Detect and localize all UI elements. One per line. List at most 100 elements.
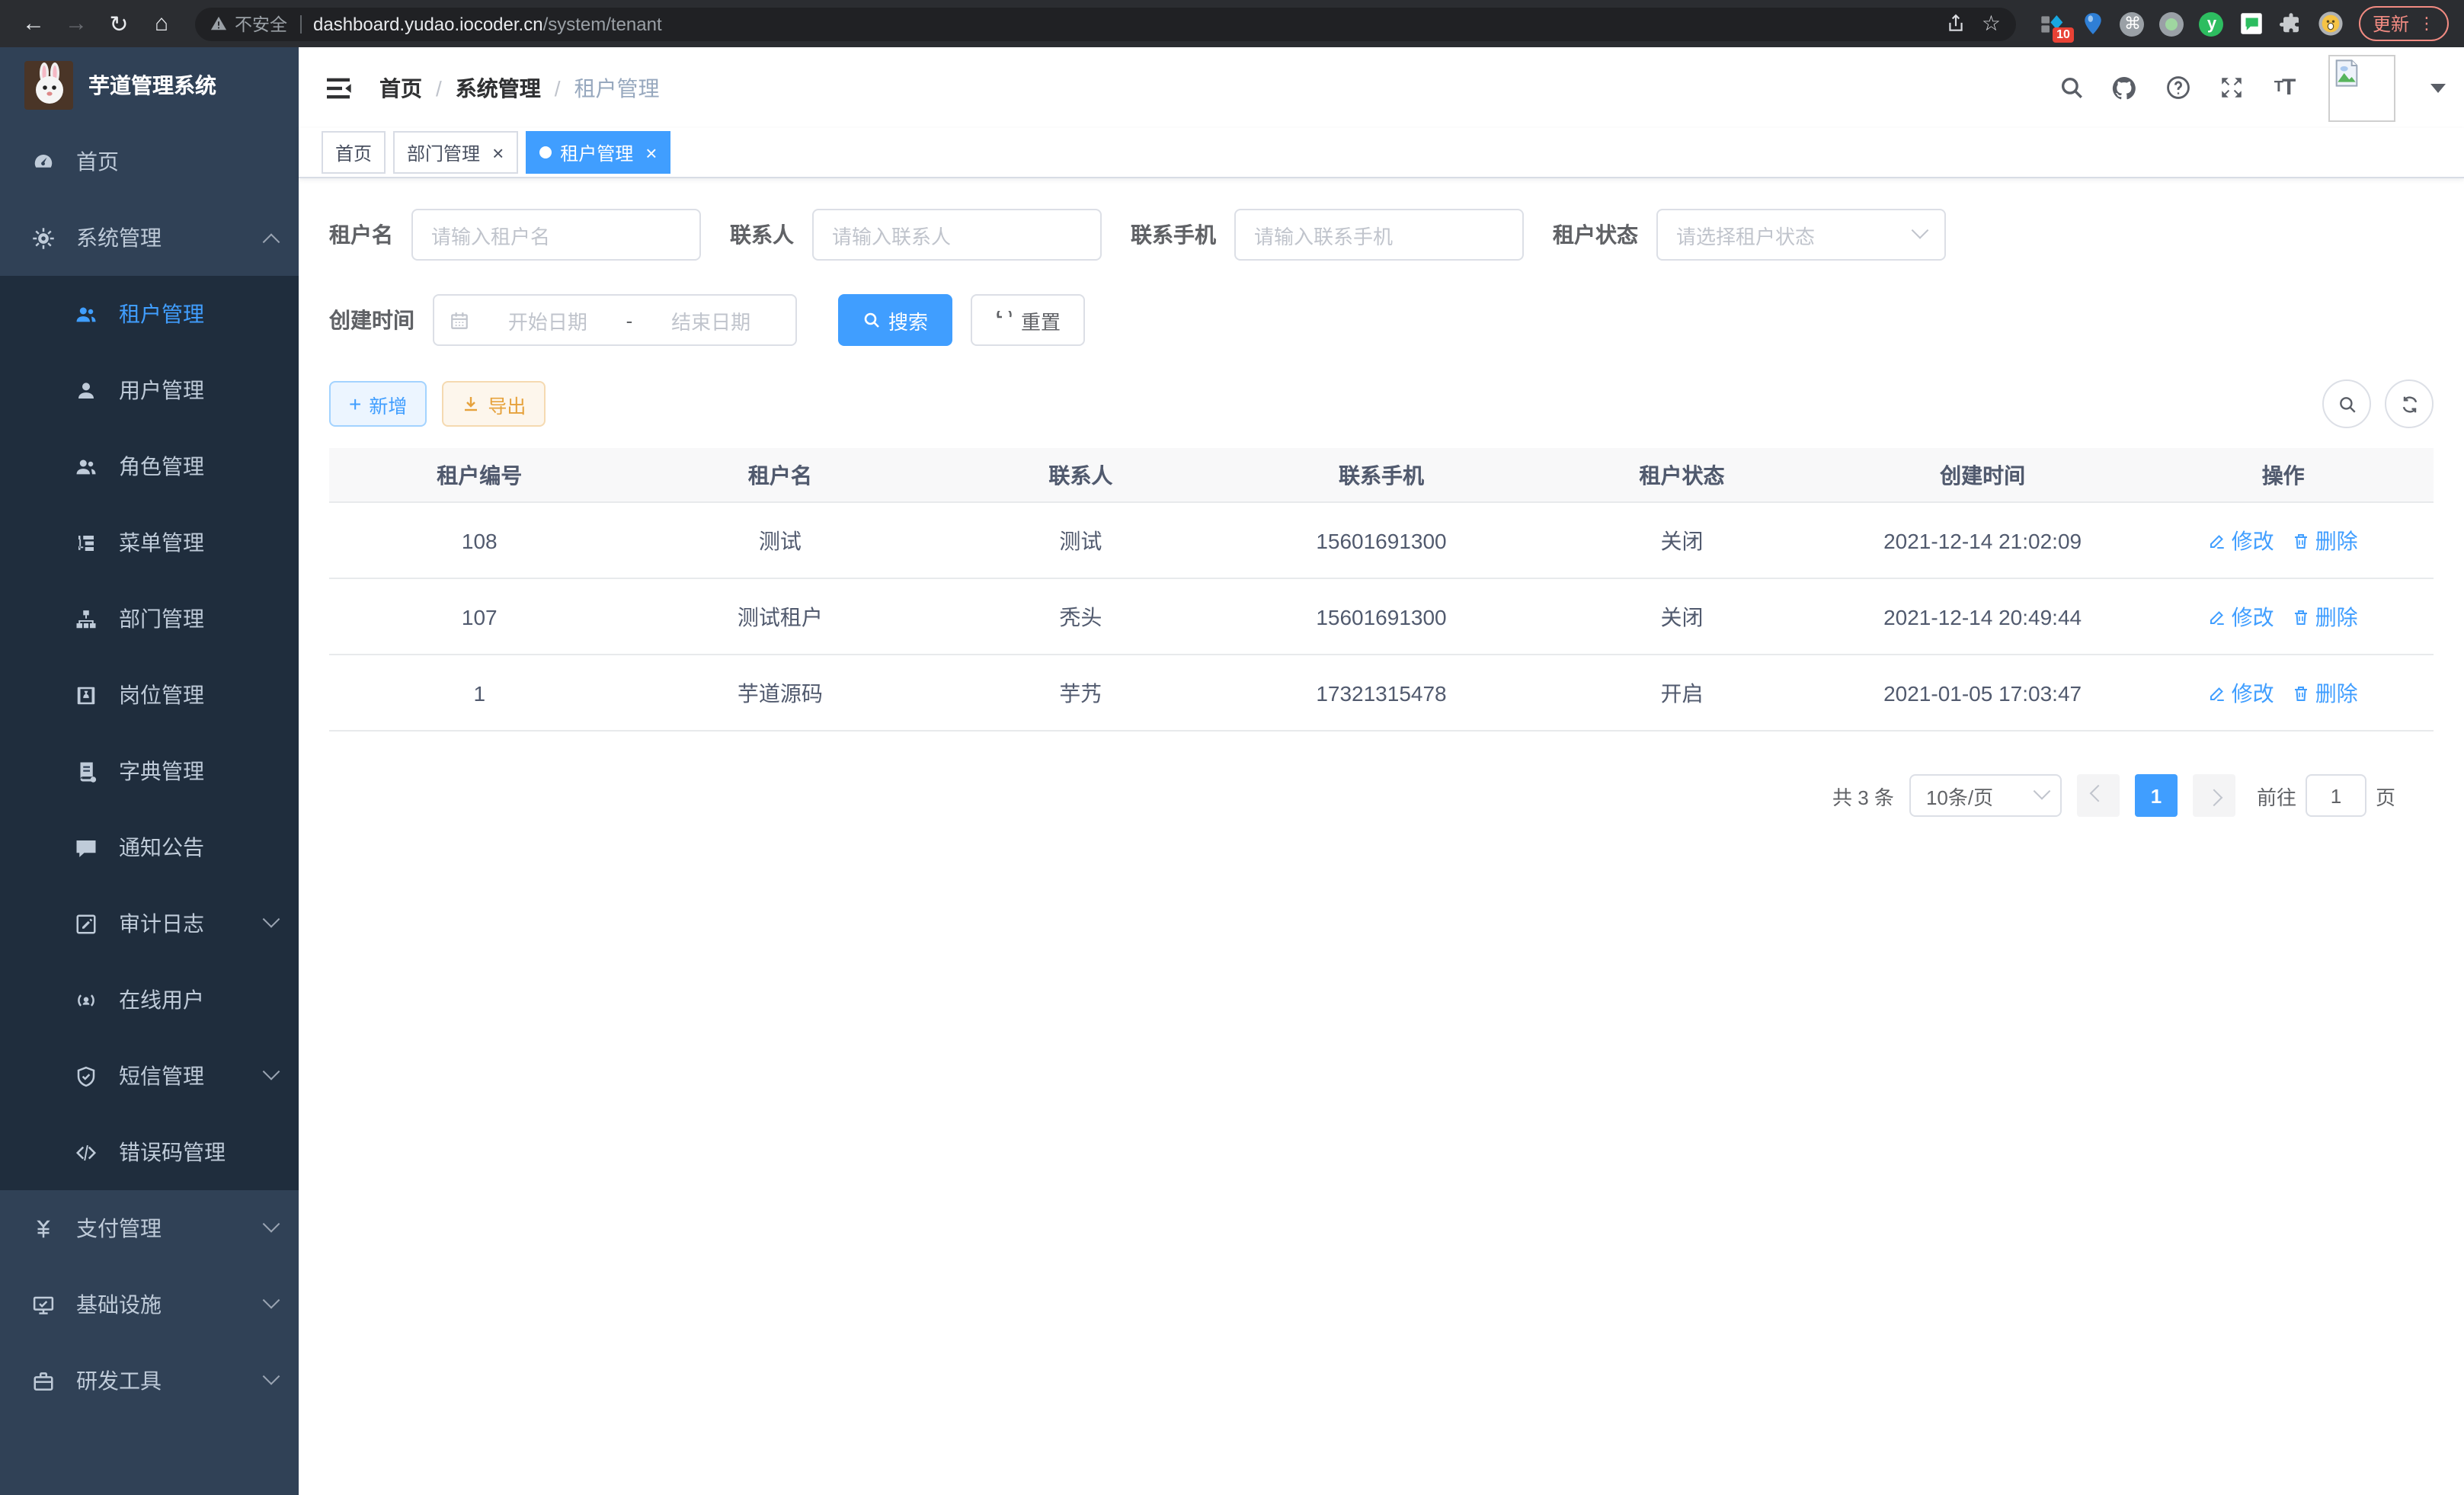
- table-row[interactable]: 108测试测试15601691300关闭2021-12-14 21:02:09修…: [329, 502, 2434, 578]
- delete-link[interactable]: 删除: [2293, 525, 2358, 555]
- fullscreen-icon[interactable]: [2216, 72, 2246, 103]
- sidebar-item[interactable]: 首页: [0, 123, 299, 200]
- tenants-icon: [73, 302, 98, 326]
- cell-created: 2021-12-14 20:49:44: [1832, 578, 2133, 655]
- extension-icon[interactable]: [2159, 11, 2185, 37]
- dashboard-icon: [30, 149, 55, 174]
- end-date-placeholder[interactable]: 结束日期: [642, 306, 780, 335]
- page-size-select[interactable]: 10条/页: [1909, 774, 2062, 817]
- address-bar[interactable]: 不安全 dashboard.yudao.iocoder.cn/system/te…: [195, 7, 2016, 40]
- top-navbar: 首页 / 系统管理 / 租户管理: [299, 47, 2464, 128]
- extension-icon[interactable]: [2080, 11, 2106, 37]
- table-body: 108测试测试15601691300关闭2021-12-14 21:02:09修…: [329, 502, 2434, 731]
- sidebar-item[interactable]: 基础设施: [0, 1266, 299, 1343]
- bookmark-star-icon[interactable]: ☆: [1982, 11, 2001, 37]
- show-search-button[interactable]: [2322, 379, 2371, 428]
- extension-icon[interactable]: 10: [2040, 11, 2066, 37]
- add-button[interactable]: + 新增: [329, 381, 427, 427]
- close-icon[interactable]: ×: [492, 142, 504, 162]
- extension-icon[interactable]: [2238, 11, 2264, 37]
- not-secure-warning-icon: [210, 15, 227, 32]
- github-icon[interactable]: [2109, 72, 2139, 103]
- browser-menu-icon[interactable]: ⋮: [2418, 14, 2435, 34]
- chevron-down-icon: [1912, 222, 1929, 239]
- sidebar-item[interactable]: 通知公告: [0, 809, 299, 885]
- sidebar-item[interactable]: 菜单管理: [0, 504, 299, 581]
- browser-forward-icon[interactable]: →: [58, 5, 94, 42]
- page-number-1[interactable]: 1: [2135, 774, 2178, 817]
- export-button[interactable]: 导出: [442, 381, 546, 427]
- edit-link[interactable]: 修改: [2209, 525, 2274, 555]
- start-date-placeholder[interactable]: 开始日期: [478, 306, 617, 335]
- sidebar-item[interactable]: 用户管理: [0, 352, 299, 428]
- extension-icon[interactable]: y: [2199, 11, 2225, 37]
- app-logo-row[interactable]: 芋道管理系统: [0, 47, 299, 123]
- extensions-strip: 10 ⌘ y: [2040, 11, 2344, 37]
- tag-label: 首页: [335, 139, 372, 165]
- table-row[interactable]: 107测试租户秃头15601691300关闭2021-12-14 20:49:4…: [329, 578, 2434, 655]
- cell-id: 107: [329, 578, 630, 655]
- goto-page-input[interactable]: 1: [2306, 774, 2366, 817]
- breadcrumb-system[interactable]: 系统管理: [456, 72, 541, 103]
- search-button[interactable]: 搜索: [838, 294, 952, 346]
- sidebar-item-label: 审计日志: [119, 908, 265, 939]
- sidebar-item[interactable]: 错误码管理: [0, 1114, 299, 1190]
- prev-page-button[interactable]: [2077, 774, 2120, 817]
- delete-link[interactable]: 删除: [2293, 601, 2358, 632]
- browser-home-icon[interactable]: ⌂: [143, 5, 180, 42]
- search-icon[interactable]: [2056, 72, 2086, 103]
- cell-phone: 15601691300: [1231, 578, 1532, 655]
- extension-icon[interactable]: ⌘: [2120, 11, 2146, 37]
- table-header-row: 租户编号 租户名 联系人 联系手机 租户状态 创建时间 操作: [329, 448, 2434, 502]
- cell-name: 测试: [630, 502, 931, 578]
- chevron-down-icon: [263, 1063, 280, 1080]
- sidebar-item[interactable]: 短信管理: [0, 1038, 299, 1114]
- browser-back-icon[interactable]: ←: [15, 5, 52, 42]
- close-icon[interactable]: ×: [645, 142, 657, 162]
- sidebar-collapse-icon[interactable]: [322, 71, 355, 104]
- tag-item[interactable]: 首页: [322, 131, 386, 174]
- sidebar-item[interactable]: 字典管理: [0, 733, 299, 809]
- org-tree-icon: [73, 607, 98, 631]
- delete-link[interactable]: 删除: [2293, 677, 2358, 708]
- reset-button[interactable]: 重置: [971, 294, 1085, 346]
- sidebar-item[interactable]: 租户管理: [0, 276, 299, 352]
- sidebar-item[interactable]: 岗位管理: [0, 657, 299, 733]
- table-row[interactable]: 1芋道源码芋艿17321315478开启2021-01-05 17:03:47修…: [329, 655, 2434, 731]
- breadcrumb-home[interactable]: 首页: [379, 72, 422, 103]
- sidebar-item[interactable]: 角色管理: [0, 428, 299, 504]
- font-size-icon[interactable]: TT: [2269, 72, 2299, 103]
- tag-item[interactable]: 租户管理×: [525, 131, 670, 174]
- browser-update-button[interactable]: 更新 ⋮: [2359, 6, 2449, 41]
- url-text[interactable]: dashboard.yudao.iocoder.cn/system/tenant: [313, 13, 1947, 34]
- contact-input[interactable]: 请输入联系人: [812, 209, 1102, 261]
- tenant-name-input[interactable]: 请输入租户名: [411, 209, 701, 261]
- browser-reload-icon[interactable]: ↻: [101, 5, 137, 42]
- sidebar-item[interactable]: 在线用户: [0, 962, 299, 1038]
- next-page-button[interactable]: [2193, 774, 2235, 817]
- edit-link[interactable]: 修改: [2209, 677, 2274, 708]
- sidebar-item[interactable]: 研发工具: [0, 1343, 299, 1419]
- tag-item[interactable]: 部门管理×: [393, 131, 517, 174]
- sidebar-item-label: 研发工具: [76, 1365, 265, 1396]
- share-icon[interactable]: [1947, 14, 1966, 34]
- sidebar-item[interactable]: 审计日志: [0, 885, 299, 962]
- edit-link[interactable]: 修改: [2209, 601, 2274, 632]
- create-time-range-picker[interactable]: 开始日期 - 结束日期: [433, 294, 797, 346]
- avatar-dropdown-caret-icon[interactable]: [2430, 83, 2446, 92]
- sidebar-item[interactable]: 支付管理: [0, 1190, 299, 1266]
- extensions-puzzle-icon[interactable]: [2278, 11, 2304, 37]
- phone-input[interactable]: 请输入联系手机: [1234, 209, 1524, 261]
- user-icon: [73, 378, 98, 402]
- profile-avatar-icon[interactable]: [2318, 11, 2344, 37]
- help-icon[interactable]: [2162, 72, 2193, 103]
- sidebar: 芋道管理系统 首页系统管理租户管理用户管理角色管理菜单管理部门管理岗位管理字典管…: [0, 47, 299, 1495]
- security-label[interactable]: 不安全: [235, 11, 287, 36]
- sidebar-item[interactable]: 系统管理: [0, 200, 299, 276]
- user-avatar[interactable]: [2328, 54, 2395, 121]
- cell-actions: 修改删除: [2133, 655, 2434, 731]
- sidebar-item[interactable]: 部门管理: [0, 581, 299, 657]
- refresh-table-button[interactable]: [2385, 379, 2434, 428]
- status-select[interactable]: 请选择租户状态: [1656, 209, 1946, 261]
- online-user-icon: [73, 988, 98, 1012]
